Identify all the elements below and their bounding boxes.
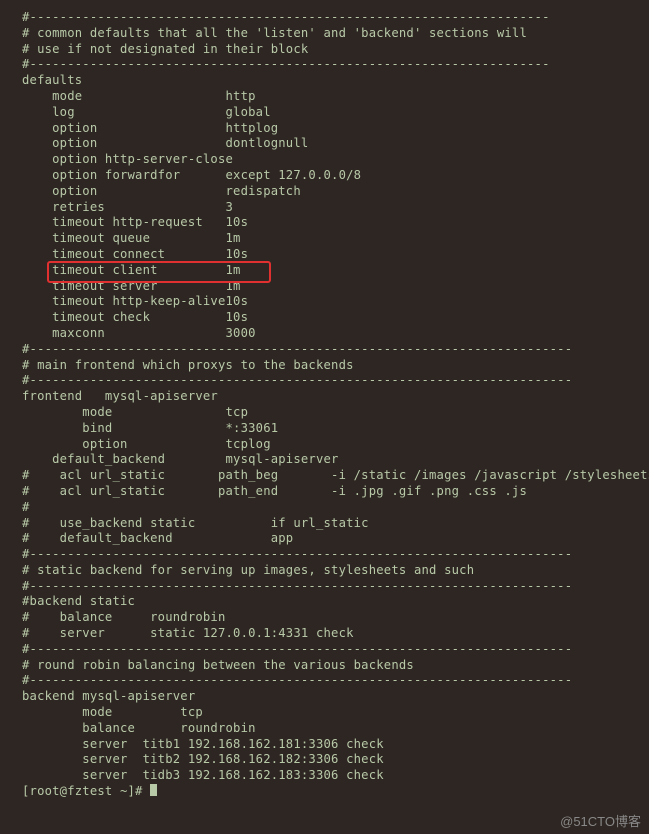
shell-prompt[interactable]: [root@fztest ~]# (22, 784, 641, 800)
comment: # (22, 500, 641, 516)
prompt-text: [root@fztest ~]# (22, 784, 150, 798)
defaults-line: mode http (22, 89, 641, 105)
defaults-line: maxconn 3000 (22, 326, 641, 342)
divider: #---------------------------------------… (22, 673, 641, 689)
frontend-line: option tcplog (22, 437, 641, 453)
defaults-line: log global (22, 105, 641, 121)
comment: # use_backend static if url_static (22, 516, 641, 532)
defaults-line: timeout http-keep-alive10s (22, 294, 641, 310)
defaults-line: timeout check 10s (22, 310, 641, 326)
backend-line: balance roundrobin (22, 721, 641, 737)
defaults-line: timeout http-request 10s (22, 215, 641, 231)
defaults-line: option httplog (22, 121, 641, 137)
comment: # use if not designated in their block (22, 42, 641, 58)
comment: # static backend for serving up images, … (22, 563, 641, 579)
divider: #---------------------------------------… (22, 642, 641, 658)
divider: #---------------------------------------… (22, 57, 641, 73)
acl-line: # acl url_static path_end -i .jpg .gif .… (22, 484, 641, 500)
comment: # server static 127.0.0.1:4331 check (22, 626, 641, 642)
divider: #---------------------------------------… (22, 10, 641, 26)
section-header: frontend mysql-apiserver (22, 389, 641, 405)
divider: #---------------------------------------… (22, 373, 641, 389)
cursor (150, 784, 157, 796)
defaults-line: option dontlognull (22, 136, 641, 152)
defaults-line: retries 3 (22, 200, 641, 216)
defaults-line: timeout server 1m (22, 279, 641, 295)
server-line: server titb2 192.168.162.182:3306 check (22, 752, 641, 768)
defaults-line: timeout connect 10s (22, 247, 641, 263)
divider: #---------------------------------------… (22, 547, 641, 563)
frontend-line: mode tcp (22, 405, 641, 421)
divider: #---------------------------------------… (22, 579, 641, 595)
defaults-line: timeout client 1m (22, 263, 641, 279)
section-header: defaults (22, 73, 641, 89)
divider: #---------------------------------------… (22, 342, 641, 358)
comment: # round robin balancing between the vari… (22, 658, 641, 674)
server-line: server tidb3 192.168.162.183:3306 check (22, 768, 641, 784)
comment: #backend static (22, 594, 641, 610)
acl-line: # acl url_static path_beg -i /static /im… (22, 468, 641, 484)
server-line: server titb1 192.168.162.181:3306 check (22, 737, 641, 753)
defaults-line: option forwardfor except 127.0.0.0/8 (22, 168, 641, 184)
terminal-screen[interactable]: #---------------------------------------… (0, 0, 649, 800)
watermark: @51CTO博客 (560, 811, 641, 830)
defaults-line: option http-server-close (22, 152, 641, 168)
comment: # common defaults that all the 'listen' … (22, 26, 641, 42)
comment: # main frontend which proxys to the back… (22, 358, 641, 374)
defaults-line: option redispatch (22, 184, 641, 200)
section-header: backend mysql-apiserver (22, 689, 641, 705)
frontend-line: default_backend mysql-apiserver (22, 452, 641, 468)
defaults-line: timeout queue 1m (22, 231, 641, 247)
backend-line: mode tcp (22, 705, 641, 721)
comment: # default_backend app (22, 531, 641, 547)
frontend-line: bind *:33061 (22, 421, 641, 437)
comment: # balance roundrobin (22, 610, 641, 626)
